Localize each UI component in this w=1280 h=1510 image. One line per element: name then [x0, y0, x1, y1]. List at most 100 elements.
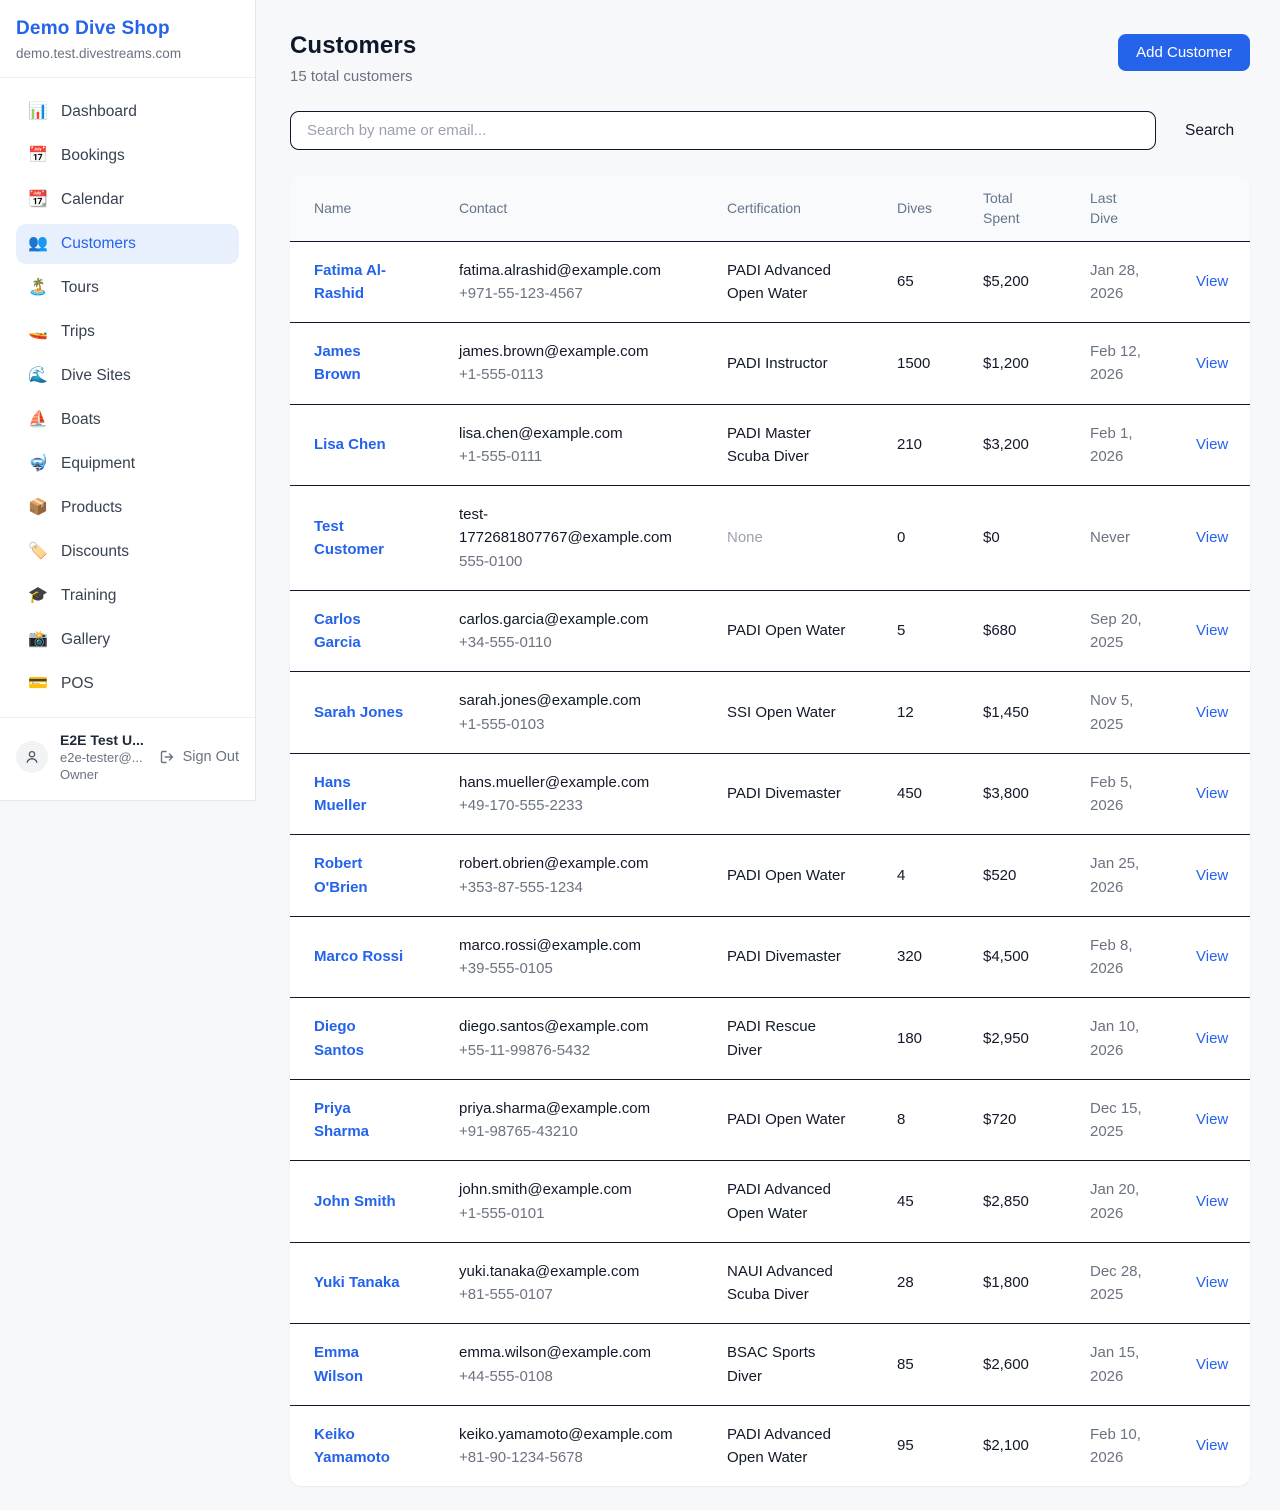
customer-name-link[interactable]: Robert O'Brien [314, 855, 368, 895]
customer-email: carlos.garcia@example.com [459, 608, 679, 631]
sidebar-item-dive-sites[interactable]: 🌊 Dive Sites [16, 356, 239, 396]
customer-name-link[interactable]: Carlos Garcia [314, 611, 361, 651]
customer-certification: PADI Advanced Open Water [727, 1181, 831, 1221]
customer-name-link[interactable]: Priya Sharma [314, 1100, 369, 1140]
view-link[interactable]: View [1196, 1437, 1228, 1454]
customer-email: hans.mueller@example.com [459, 771, 679, 794]
table-header-row: Name Contact Certification Dives Total S… [290, 176, 1250, 241]
column-header-last-dive: Last Dive [1066, 176, 1172, 241]
sidebar-item-trips[interactable]: 🚤 Trips [16, 312, 239, 352]
view-link[interactable]: View [1196, 1111, 1228, 1128]
column-header-total-spent: Total Spent [959, 176, 1066, 241]
customer-name-link[interactable]: Diego Santos [314, 1018, 364, 1058]
customer-name-link[interactable]: Marco Rossi [314, 948, 403, 965]
sidebar-item-equipment[interactable]: 🤿 Equipment [16, 444, 239, 484]
customer-name-link[interactable]: Hans Mueller [314, 774, 367, 814]
view-link[interactable]: View [1196, 948, 1228, 965]
sign-out-button[interactable]: Sign Out [159, 749, 239, 765]
customer-name-link[interactable]: Keiko Yamamoto [314, 1426, 390, 1466]
customer-phone: +971-55-123-4567 [459, 282, 679, 305]
customer-last-dive: Feb 1, 2026 [1066, 404, 1172, 486]
sidebar-item-pos[interactable]: 💳 POS [16, 664, 239, 704]
customer-dives: 85 [873, 1324, 959, 1406]
sidebar-item-customers[interactable]: 👥 Customers [16, 224, 239, 264]
customer-email: yuki.tanaka@example.com [459, 1260, 679, 1283]
table-row: Keiko Yamamoto keiko.yamamoto@example.co… [290, 1405, 1250, 1486]
customer-dives: 4 [873, 835, 959, 917]
view-link[interactable]: View [1196, 1356, 1228, 1373]
view-link[interactable]: View [1196, 704, 1228, 721]
column-header-actions [1172, 176, 1250, 241]
customer-dives: 320 [873, 916, 959, 998]
customer-total-spent: $2,100 [959, 1405, 1066, 1486]
view-link[interactable]: View [1196, 867, 1228, 884]
view-link[interactable]: View [1196, 1274, 1228, 1291]
customer-name-link[interactable]: Lisa Chen [314, 436, 386, 453]
sidebar-item-bookings[interactable]: 📅 Bookings [16, 136, 239, 176]
column-header-dives: Dives [873, 176, 959, 241]
customer-certification: BSAC Sports Diver [727, 1344, 815, 1384]
equipment-icon: 🤿 [28, 456, 48, 472]
view-link[interactable]: View [1196, 622, 1228, 639]
column-header-contact: Contact [435, 176, 703, 241]
customer-email: john.smith@example.com [459, 1178, 679, 1201]
table-row: Carlos Garcia carlos.garcia@example.com … [290, 590, 1250, 672]
customer-email: robert.obrien@example.com [459, 852, 679, 875]
customer-last-dive: Feb 12, 2026 [1066, 323, 1172, 405]
sidebar-item-label: Training [61, 587, 116, 605]
customer-certification: PADI Advanced Open Water [727, 262, 831, 302]
sidebar-item-discounts[interactable]: 🏷️ Discounts [16, 532, 239, 572]
customer-last-dive: Jan 20, 2026 [1066, 1161, 1172, 1243]
sidebar: Demo Dive Shop demo.test.divestreams.com… [0, 0, 256, 801]
sidebar-item-label: Products [61, 499, 122, 517]
table-row: Lisa Chen lisa.chen@example.com +1-555-0… [290, 404, 1250, 486]
customer-certification: PADI Advanced Open Water [727, 1426, 831, 1466]
add-customer-button[interactable]: Add Customer [1118, 34, 1250, 71]
sidebar-user-section: E2E Test U... e2e-tester@... Owner Sign … [0, 717, 255, 800]
customer-last-dive: Jan 25, 2026 [1066, 835, 1172, 917]
table-row: Diego Santos diego.santos@example.com +5… [290, 998, 1250, 1080]
view-link[interactable]: View [1196, 529, 1228, 546]
sidebar-item-calendar[interactable]: 📆 Calendar [16, 180, 239, 220]
customer-phone: +55-11-99876-5432 [459, 1039, 679, 1062]
view-link[interactable]: View [1196, 1193, 1228, 1210]
customer-total-spent: $1,800 [959, 1242, 1066, 1324]
view-link[interactable]: View [1196, 436, 1228, 453]
sidebar-item-boats[interactable]: ⛵ Boats [16, 400, 239, 440]
search-button[interactable]: Search [1183, 116, 1236, 146]
main-content: Customers 15 total customers Add Custome… [256, 0, 1280, 1510]
customer-last-dive: Feb 5, 2026 [1066, 753, 1172, 835]
table-row: Hans Mueller hans.mueller@example.com +4… [290, 753, 1250, 835]
sidebar-item-gallery[interactable]: 📸 Gallery [16, 620, 239, 660]
sidebar-item-dashboard[interactable]: 📊 Dashboard [16, 92, 239, 132]
customer-total-spent: $1,450 [959, 672, 1066, 754]
view-link[interactable]: View [1196, 355, 1228, 372]
customer-email: marco.rossi@example.com [459, 934, 679, 957]
customer-certification: None [727, 529, 763, 546]
sidebar-item-training[interactable]: 🎓 Training [16, 576, 239, 616]
table-row: Priya Sharma priya.sharma@example.com +9… [290, 1079, 1250, 1161]
view-link[interactable]: View [1196, 1030, 1228, 1047]
search-input[interactable] [290, 111, 1156, 150]
customer-name-link[interactable]: John Smith [314, 1193, 396, 1210]
customer-certification: SSI Open Water [727, 704, 836, 721]
customer-name-link[interactable]: Sarah Jones [314, 704, 403, 721]
table-row: Marco Rossi marco.rossi@example.com +39-… [290, 916, 1250, 998]
customer-dives: 450 [873, 753, 959, 835]
customer-name-link[interactable]: Test Customer [314, 518, 384, 558]
customer-last-dive: Never [1066, 486, 1172, 591]
customer-phone: +49-170-555-2233 [459, 794, 679, 817]
sidebar-item-products[interactable]: 📦 Products [16, 488, 239, 528]
sidebar-item-tours[interactable]: 🏝️ Tours [16, 268, 239, 308]
view-link[interactable]: View [1196, 273, 1228, 290]
customer-name-link[interactable]: Fatima Al-Rashid [314, 262, 386, 302]
brand-domain: demo.test.divestreams.com [16, 46, 239, 61]
customer-total-spent: $1,200 [959, 323, 1066, 405]
customer-name-link[interactable]: Yuki Tanaka [314, 1274, 400, 1291]
customer-name-link[interactable]: Emma Wilson [314, 1344, 363, 1384]
view-link[interactable]: View [1196, 785, 1228, 802]
customer-email: keiko.yamamoto@example.com [459, 1423, 679, 1446]
customer-name-link[interactable]: James Brown [314, 343, 361, 383]
customer-certification: PADI Open Water [727, 1111, 845, 1128]
customer-phone: +1-555-0103 [459, 713, 679, 736]
